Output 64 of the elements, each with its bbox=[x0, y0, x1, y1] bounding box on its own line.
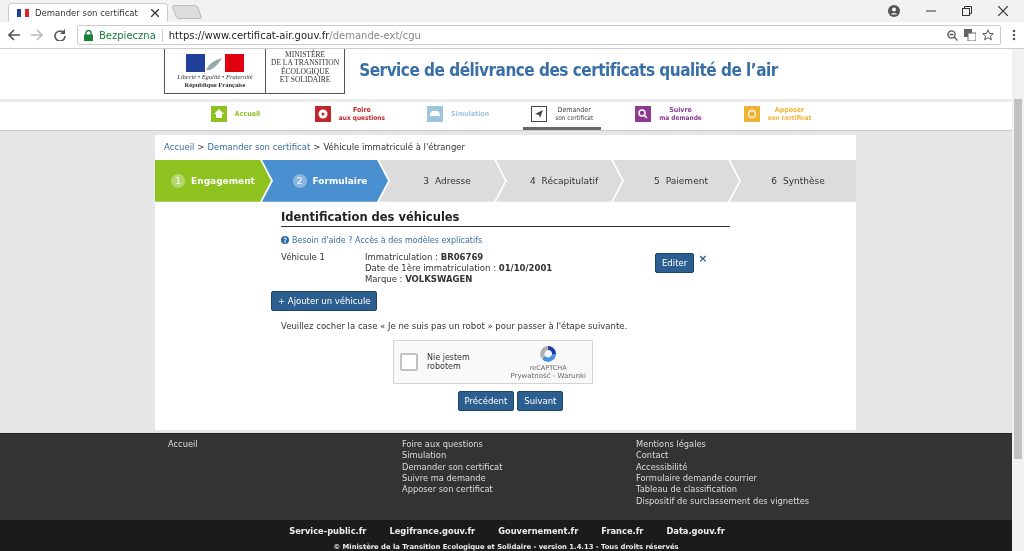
lock-icon bbox=[84, 29, 93, 41]
profile-icon[interactable] bbox=[888, 5, 900, 17]
vehicle-detail: Immatriculation : BR06769 bbox=[365, 251, 485, 263]
footer-link[interactable]: Legifrance.gouv.fr bbox=[389, 526, 476, 536]
secure-label: Bezpieczna bbox=[99, 29, 156, 41]
footer-link[interactable]: Formulaire demande courrier bbox=[636, 473, 870, 485]
next-button[interactable]: Suivant bbox=[517, 390, 564, 411]
wizard-step: 2 Formulaire bbox=[262, 159, 388, 202]
marianne-icon bbox=[186, 53, 244, 72]
address-field[interactable]: Bezpieczna https://www.certificat-air.gouv.fr/demande-ext/cgu bbox=[77, 25, 1001, 45]
add-vehicle-button[interactable]: + Ajouter un véhicule bbox=[271, 290, 378, 311]
wizard-step: 5 Paiement bbox=[613, 159, 739, 202]
remove-button[interactable]: × bbox=[698, 251, 708, 265]
wizard-step: 4 Récapitulatif bbox=[496, 159, 622, 202]
footer-link[interactable]: Tableau de classification bbox=[636, 484, 870, 496]
vehicle-detail: Marque : VOLKSWAGEN bbox=[365, 273, 474, 285]
breadcrumb-item[interactable]: Demander son certificat bbox=[207, 141, 311, 152]
footer-link[interactable]: Suivre ma demande bbox=[402, 473, 636, 485]
breadcrumb-separator: > bbox=[313, 141, 321, 152]
help-icon bbox=[281, 236, 289, 245]
footer-link[interactable]: Accueil bbox=[168, 439, 402, 451]
footer-link[interactable]: Data.gouv.fr bbox=[666, 526, 725, 536]
browser-tab[interactable]: Demander son certificat bbox=[8, 3, 168, 22]
recaptcha-icon bbox=[538, 343, 559, 364]
breadcrumb-item: Véhicule immatriculé à l'étranger bbox=[323, 141, 465, 152]
translate-icon[interactable] bbox=[964, 29, 976, 41]
footer-link[interactable]: Mentions légales bbox=[636, 439, 870, 451]
footer-link[interactable]: Demander son certificat bbox=[402, 461, 636, 474]
footer-link[interactable]: Apposer son certificat bbox=[402, 484, 636, 496]
vehicle-name: Véhicule 1 bbox=[281, 251, 326, 262]
restore-icon[interactable] bbox=[962, 6, 972, 16]
footer-link[interactable]: Simulation bbox=[402, 450, 636, 462]
scrollbar-thumb[interactable] bbox=[1014, 99, 1022, 459]
wizard-step: 6 Synthèse bbox=[730, 159, 856, 202]
captcha-checkbox[interactable] bbox=[400, 352, 418, 371]
captcha-label: Nie jestem robotem bbox=[427, 352, 471, 371]
site-title: Service de délivrance des certificats qualité de l’air bbox=[359, 59, 778, 80]
footer-link[interactable]: Service-public.fr bbox=[289, 526, 367, 536]
section-heading: Identification des véhicules bbox=[281, 209, 730, 227]
footer-link[interactable]: Accessibilité bbox=[636, 461, 870, 474]
breadcrumb-item[interactable]: Accueil bbox=[164, 141, 195, 152]
help-link[interactable]: Besoin d'aide ? Accès à des modèles explicatifs bbox=[292, 235, 483, 245]
back-icon[interactable] bbox=[8, 29, 20, 41]
footer-link[interactable]: Foire aux questions bbox=[402, 439, 636, 451]
vehicle-detail: Date de 1ère immatriculation : 01/10/2001 bbox=[365, 262, 554, 274]
menu-icon[interactable] bbox=[1012, 29, 1016, 41]
breadcrumb-separator: > bbox=[197, 141, 205, 152]
wizard-step: 3 Adresse bbox=[379, 159, 505, 202]
reload-icon[interactable] bbox=[54, 29, 66, 41]
edit-button[interactable]: Editer bbox=[655, 252, 695, 273]
footer-link[interactable]: Contact bbox=[636, 450, 870, 462]
zoom-icon[interactable] bbox=[947, 29, 958, 41]
url-text: https://www.certificat-air.gouv.fr/demande-ext/cgu bbox=[168, 29, 421, 41]
wizard-step: 1 Engagement bbox=[155, 159, 271, 202]
footer-link[interactable]: France.fr bbox=[601, 526, 644, 536]
close-window-icon[interactable] bbox=[998, 6, 1008, 16]
footer-link[interactable]: Dispositif de surclassement des vignettes bbox=[636, 495, 870, 507]
footer-link[interactable]: Gouvernement.fr bbox=[498, 526, 579, 536]
captcha-note: Veuillez cocher la case « Je ne suis pas un robot » pour passer à l'étape suivante. bbox=[281, 320, 629, 331]
star-icon[interactable] bbox=[982, 29, 994, 41]
flag-icon bbox=[17, 9, 29, 17]
close-icon[interactable] bbox=[151, 9, 159, 17]
previous-button[interactable]: Précédent bbox=[457, 390, 515, 411]
tab-title: Demander son certificat bbox=[35, 8, 139, 18]
